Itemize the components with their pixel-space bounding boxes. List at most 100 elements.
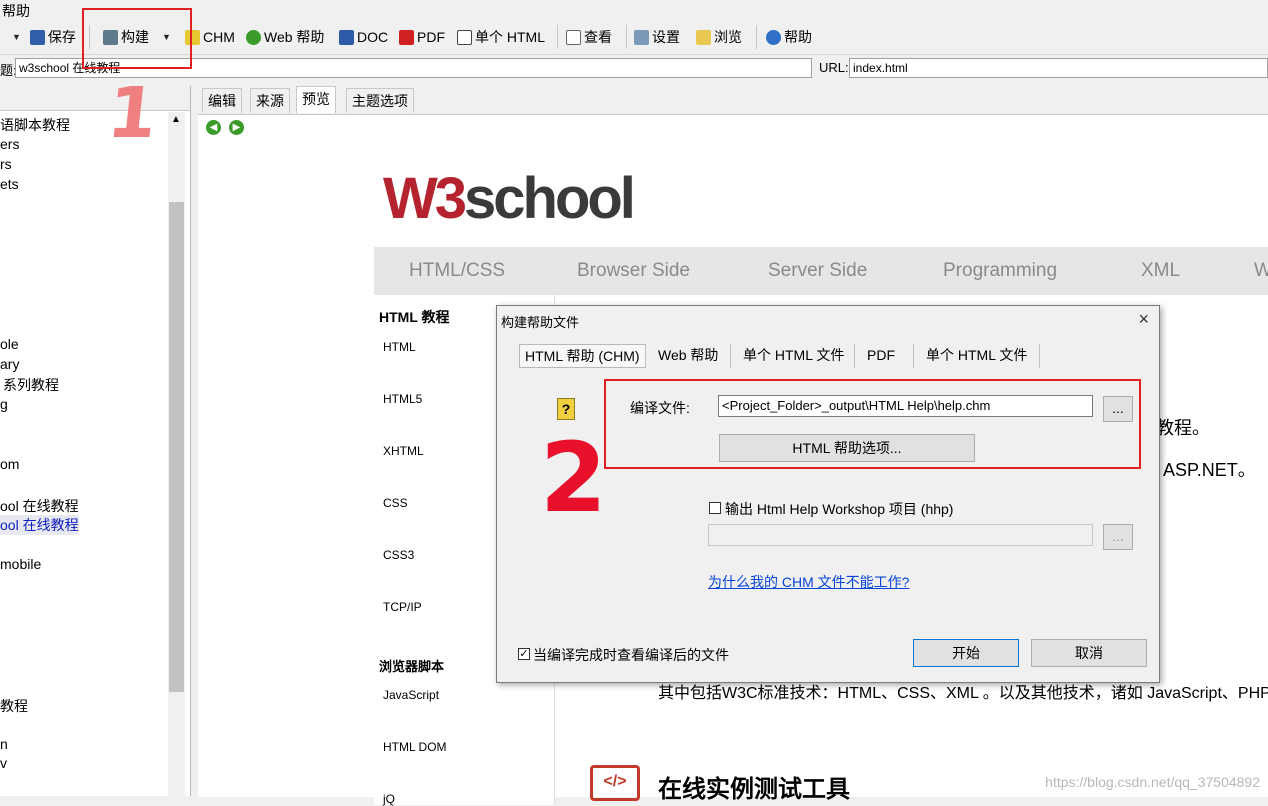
- view-after-compile-label: 当编译完成时查看编译后的文件: [533, 647, 729, 663]
- tab-html-help-chm[interactable]: HTML 帮助 (CHM): [519, 344, 646, 368]
- view-button[interactable]: 查看: [566, 27, 612, 47]
- pdf-icon: [399, 29, 414, 45]
- nav-server-side[interactable]: Server Side: [768, 260, 867, 282]
- w3school-logo: W3school: [383, 165, 636, 232]
- tab-single-html-file[interactable]: 单个 HTML 文件: [926, 344, 1027, 366]
- chm-question-icon: ?: [557, 398, 575, 420]
- view-after-compile-checkbox[interactable]: ✓: [518, 648, 530, 660]
- nav-html-css[interactable]: HTML/CSS: [409, 260, 505, 282]
- side-item[interactable]: HTML DOM: [383, 740, 447, 754]
- tab-single-html[interactable]: 单个 HTML 文件: [743, 344, 844, 366]
- tree-item[interactable]: ary: [0, 356, 19, 372]
- tab-pdf[interactable]: PDF: [867, 344, 895, 366]
- tree-item[interactable]: 语脚本教程: [0, 115, 70, 135]
- text-fragment: ASP.NET。: [1163, 460, 1256, 480]
- back-icon[interactable]: ◀: [206, 120, 221, 135]
- tab-web-help[interactable]: Web 帮助: [658, 344, 718, 366]
- toolbar-separator: [557, 25, 558, 49]
- tree-item[interactable]: mobile: [0, 556, 41, 572]
- hhp-browse-button: ...: [1103, 524, 1133, 550]
- single-html-button[interactable]: 单个 HTML: [457, 27, 545, 47]
- tree-item[interactable]: ers: [0, 136, 19, 152]
- settings-icon: [634, 29, 649, 45]
- side-item[interactable]: CSS3: [383, 548, 414, 562]
- chm-button[interactable]: CHM: [185, 27, 235, 47]
- tree-item[interactable]: ool 在线教程: [0, 496, 79, 516]
- side-item[interactable]: JavaScript: [383, 688, 439, 702]
- logo-school: school: [464, 166, 636, 231]
- annotation-mark-1: 1: [103, 72, 162, 154]
- nav-xml[interactable]: XML: [1141, 260, 1180, 282]
- annotation-box-build: [82, 8, 192, 69]
- tab-separator: [645, 344, 646, 368]
- nav-browser-side[interactable]: Browser Side: [577, 260, 690, 282]
- side-header-html: HTML 教程: [379, 309, 450, 325]
- watermark: https://blog.csdn.net/qq_37504892: [1045, 774, 1260, 790]
- hhp-path-input: [708, 524, 1093, 546]
- start-button[interactable]: 开始: [913, 639, 1019, 667]
- pdf-button[interactable]: PDF: [399, 27, 445, 47]
- tree-item[interactable]: 教程: [0, 696, 28, 716]
- tree-scrollbar[interactable]: ▲: [168, 112, 185, 796]
- tab-separator: [913, 344, 914, 368]
- doc-button[interactable]: DOC: [339, 27, 388, 47]
- help-button[interactable]: 帮助: [766, 27, 812, 47]
- tree-item[interactable]: om: [0, 456, 19, 472]
- floppy-disk-icon: [29, 29, 45, 45]
- web-help-button[interactable]: Web 帮助: [246, 27, 324, 47]
- tree-item[interactable]: v: [0, 755, 7, 771]
- side-item[interactable]: jQ: [383, 792, 395, 806]
- tree-item[interactable]: n: [0, 736, 8, 752]
- close-icon[interactable]: ×: [1138, 309, 1149, 330]
- why-chm-not-working-link[interactable]: 为什么我的 CHM 文件不能工作?: [708, 572, 909, 592]
- help-label: 帮助: [784, 29, 812, 45]
- nav-w[interactable]: W: [1254, 260, 1268, 282]
- tab-theme-options[interactable]: 主题选项: [346, 88, 414, 113]
- side-item[interactable]: TCP/IP: [383, 600, 422, 614]
- pdf-label: PDF: [417, 29, 445, 45]
- side-item[interactable]: CSS: [383, 496, 408, 510]
- tab-edit[interactable]: 编辑: [202, 88, 242, 113]
- html-file-icon: [457, 29, 472, 45]
- forward-icon[interactable]: ▶: [229, 120, 244, 135]
- toolbar-separator: [756, 25, 757, 49]
- tree-item[interactable]: ets: [0, 176, 19, 192]
- nav-programming[interactable]: Programming: [943, 260, 1057, 282]
- url-input[interactable]: index.html: [849, 58, 1268, 78]
- settings-button[interactable]: 设置: [634, 27, 680, 47]
- single-html-label: 单个 HTML: [475, 29, 545, 45]
- help-icon: [766, 29, 781, 45]
- side-item[interactable]: HTML5: [383, 392, 422, 406]
- text-fragment: 教程。: [1156, 418, 1210, 438]
- logo-w3: W3: [383, 166, 467, 231]
- magnifier-icon: [566, 29, 581, 45]
- tree-item[interactable]: 系列教程: [3, 375, 59, 395]
- tree-item[interactable]: ole: [0, 336, 19, 352]
- site-nav: HTML/CSS Browser Side Server Side Progra…: [374, 247, 1268, 295]
- tab-source[interactable]: 来源: [250, 88, 290, 113]
- cancel-button[interactable]: 取消: [1031, 639, 1147, 667]
- chm-label: CHM: [203, 29, 235, 45]
- url-label: URL:: [819, 60, 849, 75]
- tab-preview[interactable]: 预览: [296, 86, 336, 113]
- globe-icon: [246, 29, 261, 45]
- dropdown-caret-icon[interactable]: ▼: [12, 32, 21, 42]
- scrollbar-thumb[interactable]: [169, 202, 184, 692]
- browse-label: 浏览: [714, 29, 742, 45]
- annotation-mark-2: 2: [540, 422, 607, 534]
- annotation-box-compile: [604, 379, 1141, 469]
- doc-icon: [339, 29, 354, 45]
- tree-item[interactable]: g: [0, 396, 8, 412]
- scroll-up-icon[interactable]: ▲: [171, 114, 181, 125]
- toolbar-separator: [626, 25, 627, 49]
- tree-item[interactable]: rs: [0, 156, 12, 172]
- menu-help[interactable]: 帮助: [2, 1, 30, 21]
- hhp-checkbox[interactable]: [709, 502, 721, 514]
- dialog-title: 构建帮助文件: [501, 315, 580, 330]
- tree-item-selected[interactable]: ool 在线教程: [0, 515, 79, 535]
- side-item[interactable]: XHTML: [383, 444, 424, 458]
- browse-button[interactable]: 浏览: [696, 27, 742, 47]
- save-button[interactable]: ▼ 保存: [12, 27, 76, 47]
- side-item[interactable]: HTML: [383, 340, 416, 354]
- topic-tree-panel: 语脚本教程 ers rs ets ole ary 系列教程 g om ool 在…: [0, 86, 191, 796]
